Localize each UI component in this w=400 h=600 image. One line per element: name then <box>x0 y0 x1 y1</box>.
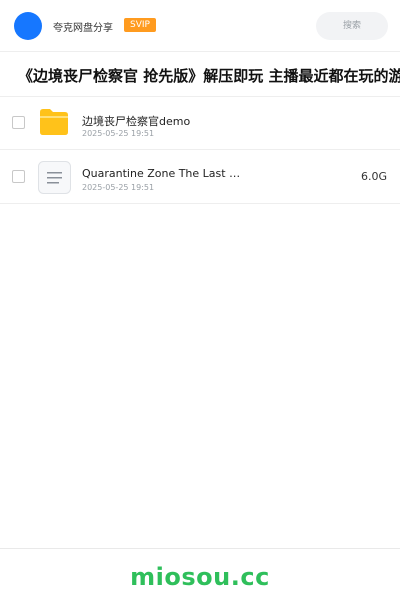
username: 夸克网盘分享 <box>53 23 113 34</box>
file-name: 边境丧尸检察官demo <box>82 115 191 128</box>
folder-icon <box>40 109 68 135</box>
header: 夸克网盘分享 SVIP 搜索 <box>0 0 400 52</box>
file-checkbox[interactable] <box>12 116 25 129</box>
file-date: 2025-05-25 19:51 <box>82 129 155 138</box>
file-row[interactable]: 边境丧尸检察官demo 2025-05-25 19:51 <box>0 96 400 150</box>
document-icon <box>38 161 71 194</box>
share-page: 夸克网盘分享 SVIP 搜索 《边境丧尸检察官 抢先版》解压即玩 主播最近都在玩… <box>0 0 400 600</box>
file-size: 6.0G <box>360 170 387 183</box>
file-checkbox[interactable] <box>12 170 25 183</box>
avatar[interactable] <box>14 12 42 40</box>
footer: miosou.cc <box>0 549 400 600</box>
svip-badge: SVIP <box>124 18 156 32</box>
share-title: 《边境丧尸检察官 抢先版》解压即玩 主播最近都在玩的游戏 <box>18 67 400 85</box>
search-label: 搜索 <box>342 21 361 31</box>
site-brand[interactable]: miosou.cc <box>130 563 270 591</box>
file-name: Quarantine Zone The Last … <box>82 167 241 180</box>
file-date: 2025-05-25 19:51 <box>82 183 155 192</box>
search-button[interactable]: 搜索 <box>316 12 388 40</box>
file-row[interactable]: Quarantine Zone The Last … 2025-05-25 19… <box>0 150 400 204</box>
